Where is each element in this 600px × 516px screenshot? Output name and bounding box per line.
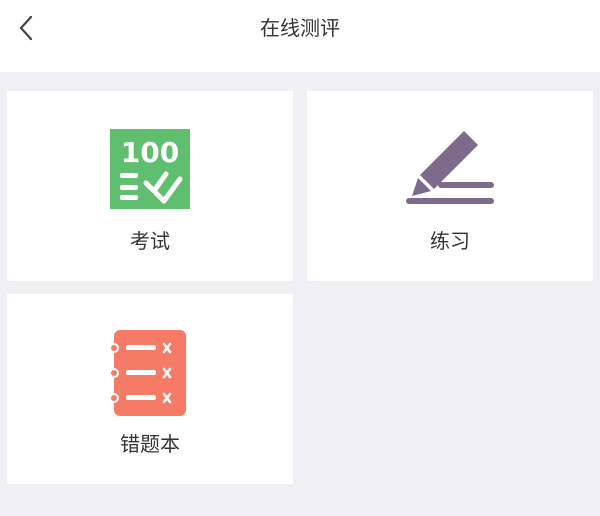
exam-score-text: 100 [121,136,179,169]
tile-wrongbook-label: 错题本 [120,432,180,456]
wrong-list-icon [110,330,186,416]
header-bar: 在线测评 [0,0,600,72]
tile-practice-label: 练习 [430,229,470,253]
tile-practice[interactable]: 练习 [307,91,593,281]
exam-score-icon: 100 [110,129,190,209]
tile-exam[interactable]: 100 考试 [7,91,293,281]
tile-exam-label: 考试 [130,229,170,253]
page-title: 在线测评 [260,16,340,40]
tile-wrongbook[interactable]: 错题本 [7,294,293,484]
pencil-icon [406,131,494,204]
